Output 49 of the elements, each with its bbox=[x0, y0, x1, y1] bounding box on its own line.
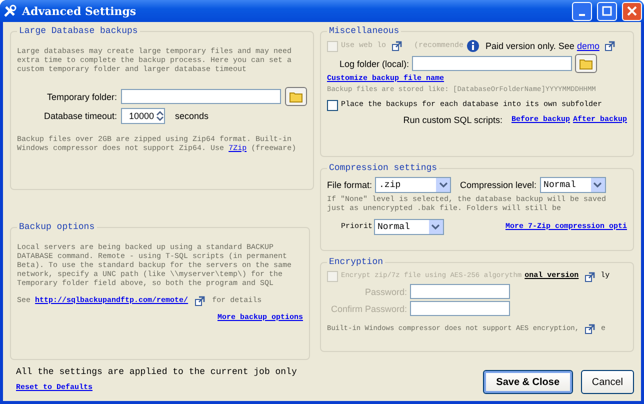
folder-icon bbox=[579, 58, 593, 70]
group-title: Backup options bbox=[18, 222, 96, 232]
maximize-icon bbox=[602, 6, 612, 16]
dialog-button[interactable]: Cancel bbox=[580, 370, 634, 394]
caret-icon bbox=[431, 224, 440, 230]
field-label: File format: bbox=[327, 180, 372, 190]
password-field[interactable] bbox=[410, 284, 510, 299]
temporary-folder-field[interactable] bbox=[121, 89, 281, 104]
window-title: Advanced Settings bbox=[22, 4, 138, 18]
confirm-password-field[interactable] bbox=[410, 301, 510, 316]
caret-icon bbox=[593, 182, 602, 188]
field-label: Compression level: bbox=[460, 180, 537, 190]
external-link-icon bbox=[584, 272, 595, 282]
dialog-button[interactable]: Save & Close bbox=[482, 370, 573, 394]
caret-icon bbox=[438, 182, 448, 188]
maximize-button[interactable] bbox=[597, 2, 617, 20]
link[interactable]: demo bbox=[576, 41, 600, 51]
minimize-icon bbox=[579, 14, 585, 16]
field-label: Run custom SQL scripts: bbox=[403, 115, 502, 125]
browse-button[interactable] bbox=[575, 54, 597, 73]
field-label: Database timeout: bbox=[42, 111, 117, 121]
tools-icon bbox=[3, 4, 17, 18]
close-button[interactable] bbox=[622, 2, 642, 20]
info-icon bbox=[466, 40, 479, 52]
external-link-icon bbox=[605, 41, 616, 51]
note-text: Paid version only. See demo bbox=[486, 41, 600, 51]
close-icon bbox=[627, 6, 637, 16]
external-link-icon bbox=[585, 324, 596, 334]
browse-button[interactable] bbox=[285, 87, 307, 106]
group-title: Encryption bbox=[328, 257, 384, 267]
group-title: Large Database backups bbox=[18, 26, 139, 36]
timeout-spinner[interactable]: 10000 bbox=[121, 108, 165, 124]
field-label: Password: bbox=[364, 286, 407, 296]
log-folder-field[interactable] bbox=[412, 56, 572, 71]
external-link-icon bbox=[392, 41, 402, 51]
file-format-dropdown[interactable]: .zip bbox=[375, 177, 452, 193]
minimize-button[interactable] bbox=[572, 2, 592, 20]
unit-label: seconds bbox=[175, 111, 209, 121]
field-label: Confirm Password: bbox=[330, 304, 407, 314]
field-label: Temporary folder: bbox=[46, 92, 117, 102]
checkbox[interactable] bbox=[327, 100, 338, 111]
group-title: Compression settings bbox=[328, 163, 438, 173]
group-title: Miscellaneous bbox=[328, 26, 400, 36]
note-text: All the settings are applied to the current job only bbox=[16, 368, 298, 377]
field-label: Log folder (local): bbox=[338, 58, 409, 68]
priority-dropdown[interactable]: Normal bbox=[374, 219, 444, 235]
folder-icon bbox=[289, 90, 303, 102]
external-link-icon bbox=[195, 296, 206, 306]
compression-level-dropdown[interactable]: Normal bbox=[540, 177, 606, 193]
